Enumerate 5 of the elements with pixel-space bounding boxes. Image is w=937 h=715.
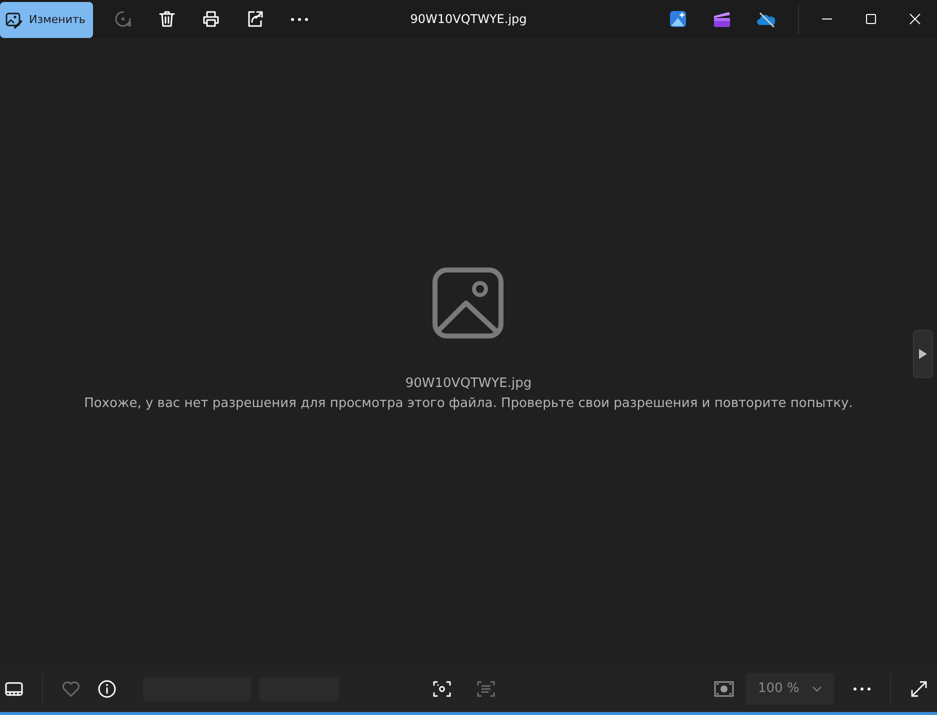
window-title: 90W10VQTWYE.jpg — [410, 11, 527, 28]
file-name: 90W10VQTWYE.jpg — [405, 374, 532, 392]
zoom-dropdown[interactable]: 100 % — [746, 672, 834, 704]
error-message: Похоже, у вас нет разрешения для просмотра этого файла. Проверьте свои разрешения и повторите попытку. — [84, 394, 853, 412]
edit-button[interactable]: Изменить — [0, 2, 94, 38]
